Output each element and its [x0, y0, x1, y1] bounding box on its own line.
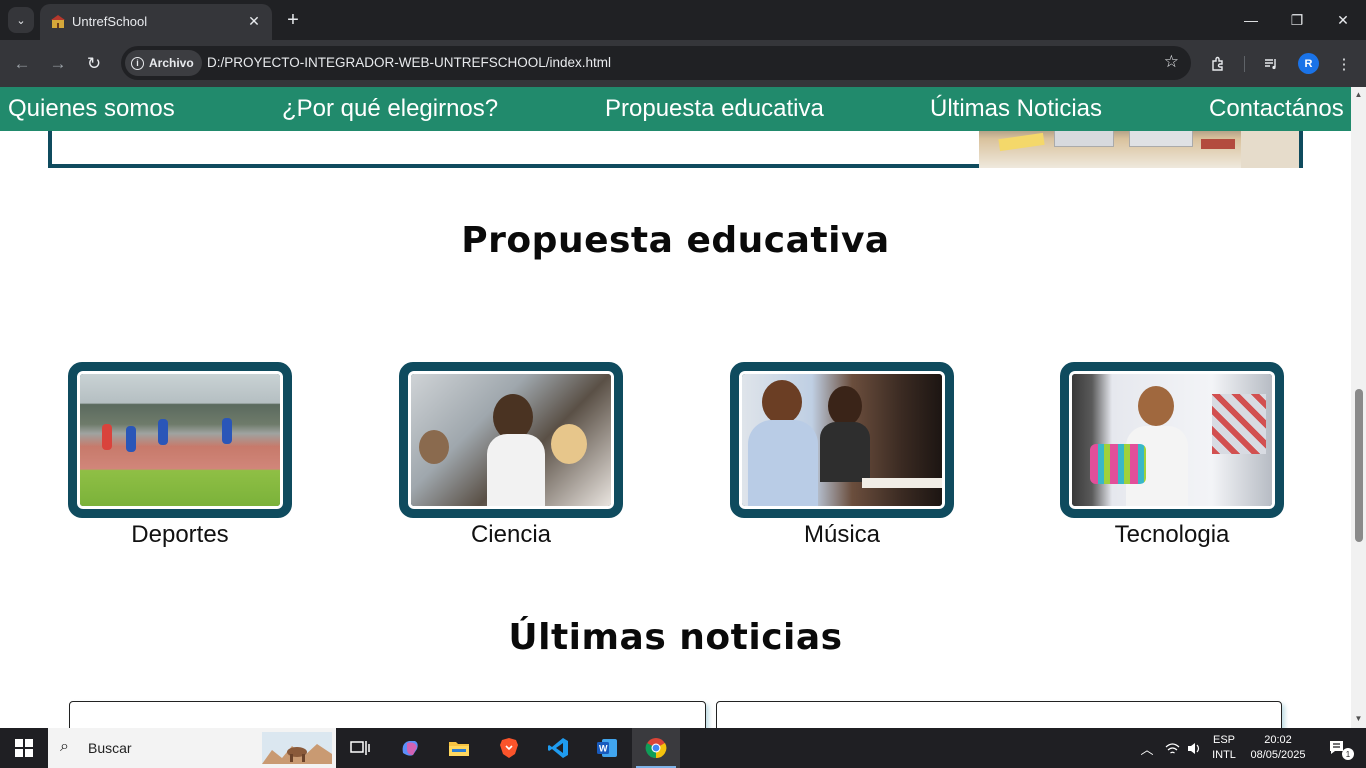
- close-window-button[interactable]: ✕: [1320, 0, 1366, 40]
- scroll-up-arrow-icon[interactable]: ▲: [1354, 90, 1363, 99]
- extensions-puzzle-icon[interactable]: [1206, 52, 1230, 76]
- bookmark-star-icon[interactable]: ☆: [1164, 52, 1179, 72]
- network-icon[interactable]: [1162, 728, 1182, 768]
- nav-link-ultimas-noticias[interactable]: Últimas Noticias: [930, 95, 1102, 123]
- nav-link-contactanos[interactable]: Contactános: [1209, 95, 1344, 123]
- windows-logo-icon: [15, 739, 33, 757]
- reload-icon[interactable]: ↻: [81, 51, 107, 77]
- browser-toolbar: ← → ↻ i Archivo D:/PROYECTO-INTEGRADOR-W…: [0, 40, 1366, 87]
- keyboard-layout: INTL: [1212, 749, 1236, 761]
- clock-date: 08/05/2025: [1250, 749, 1306, 761]
- nav-link-quienes-somos[interactable]: Quienes somos: [8, 95, 175, 123]
- tab-search-button[interactable]: ⌄: [8, 7, 34, 33]
- nav-link-por-que-elegirnos[interactable]: ¿Por qué elegirnos?: [282, 95, 498, 123]
- search-highlight-illustration: [262, 732, 332, 764]
- new-tab-button[interactable]: +: [281, 8, 305, 32]
- nav-link-propuesta-educativa[interactable]: Propuesta educativa: [605, 95, 824, 123]
- card-label-ciencia: Ciencia: [470, 521, 552, 548]
- browser-tab-bar: ⌄ UntrefSchool ✕ + — ❐ ✕: [0, 0, 1366, 40]
- noticias-title: Últimas noticias: [508, 617, 843, 658]
- news-card[interactable]: [69, 701, 706, 728]
- minimize-button[interactable]: —: [1228, 0, 1274, 40]
- url-text[interactable]: D:/PROYECTO-INTEGRADOR-WEB-UNTREFSCHOOL/…: [207, 55, 611, 70]
- vscode-icon[interactable]: [534, 728, 582, 768]
- back-arrow-icon[interactable]: ←: [9, 51, 35, 77]
- media-controls-icon[interactable]: [1259, 52, 1283, 76]
- card-musica[interactable]: [730, 362, 954, 518]
- card-ciencia[interactable]: [399, 362, 623, 518]
- start-button[interactable]: [0, 728, 48, 768]
- card-label-deportes: Deportes: [131, 521, 229, 548]
- card-label-tecnologia: Tecnologia: [1114, 521, 1230, 548]
- svg-text:W: W: [599, 744, 608, 754]
- tecnologia-photo: [1069, 371, 1275, 509]
- forward-arrow-icon[interactable]: →: [45, 51, 71, 77]
- word-icon[interactable]: W: [583, 728, 631, 768]
- notification-count-badge: 1: [1342, 748, 1354, 760]
- volume-icon[interactable]: [1184, 728, 1204, 768]
- windows-taskbar: ⌕ Buscar W ︿ ESP INTL 20:02 08/05/2025 1: [0, 728, 1366, 768]
- news-card[interactable]: [716, 701, 1282, 728]
- search-icon: ⌕: [60, 738, 69, 755]
- profile-avatar[interactable]: R: [1298, 53, 1319, 74]
- restore-button[interactable]: ❐: [1274, 0, 1320, 40]
- scroll-down-arrow-icon[interactable]: ▼: [1354, 714, 1363, 723]
- clock[interactable]: 20:02 08/05/2025: [1245, 728, 1311, 768]
- show-hidden-icons-chevron-icon[interactable]: ︿: [1137, 728, 1157, 768]
- copilot-icon[interactable]: [386, 728, 434, 768]
- site-navbar: Quienes somos ¿Por qué elegirnos? Propue…: [0, 87, 1351, 131]
- notifications-button[interactable]: 1: [1320, 728, 1356, 768]
- tab-title: UntrefSchool: [72, 14, 148, 29]
- language-indicator[interactable]: ESP INTL: [1207, 728, 1241, 768]
- taskbar-search-placeholder: Buscar: [88, 740, 132, 756]
- chrome-icon[interactable]: [632, 728, 680, 768]
- brave-browser-icon[interactable]: [485, 728, 533, 768]
- site-info-chip[interactable]: i Archivo: [125, 50, 202, 76]
- toolbar-divider: [1244, 56, 1245, 72]
- address-bar[interactable]: i Archivo D:/PROYECTO-INTEGRADOR-WEB-UNT…: [121, 46, 1191, 80]
- clock-time: 20:02: [1264, 734, 1292, 746]
- taskbar-search[interactable]: ⌕ Buscar: [48, 728, 336, 768]
- browser-tab[interactable]: UntrefSchool ✕: [40, 4, 272, 40]
- file-explorer-icon[interactable]: [435, 728, 483, 768]
- more-menu-icon[interactable]: ⋮: [1332, 52, 1356, 76]
- task-view-icon[interactable]: [336, 728, 384, 768]
- ciencia-photo: [408, 371, 614, 509]
- info-icon: i: [131, 56, 144, 70]
- tab-close-icon[interactable]: ✕: [244, 11, 264, 31]
- card-label-musica: Música: [803, 521, 881, 548]
- propuesta-title: Propuesta educativa: [461, 220, 890, 261]
- page-scrollbar[interactable]: ▲ ▼: [1351, 87, 1366, 728]
- musica-photo: [739, 371, 945, 509]
- page-viewport: Quienes somos ¿Por qué elegirnos? Propue…: [0, 87, 1351, 728]
- school-favicon-icon: [51, 15, 65, 28]
- deportes-photo: [77, 371, 283, 509]
- card-tecnologia[interactable]: [1060, 362, 1284, 518]
- language-code: ESP: [1212, 734, 1235, 746]
- card-deportes[interactable]: [68, 362, 292, 518]
- site-info-label: Archivo: [149, 56, 194, 70]
- scrollbar-thumb[interactable]: [1355, 389, 1363, 542]
